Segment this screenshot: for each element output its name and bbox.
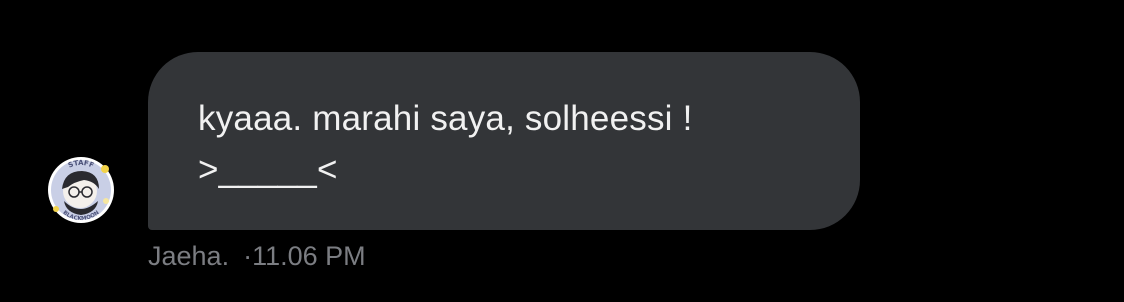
message-meta: Jaeha. ·11.06 PM — [148, 239, 366, 273]
avatar[interactable]: STAFF BLACKMOON — [44, 153, 118, 227]
meta-separator: · — [243, 241, 253, 271]
message-text-line-1: kyaaa. marahi saya, solheessi ! — [198, 99, 693, 138]
message-text-line-2: >_____< — [198, 150, 338, 189]
message-bubble[interactable]: kyaaa. marahi saya, solheessi ! >_____< — [148, 52, 860, 230]
message-text: kyaaa. marahi saya, solheessi ! >_____< — [198, 93, 820, 195]
sender-name: Jaeha. — [148, 241, 230, 271]
message-time: 11.06 PM — [252, 241, 366, 271]
sticker-avatar-icon: STAFF BLACKMOON — [48, 157, 114, 223]
